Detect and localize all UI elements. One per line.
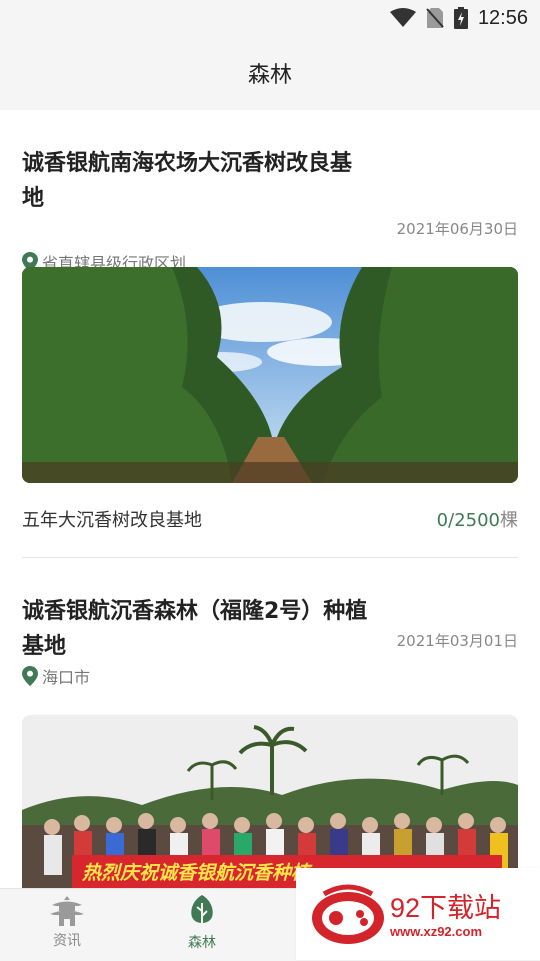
card-location: 海口市 (22, 664, 90, 688)
tab-forest[interactable]: 森林 (152, 895, 252, 955)
header: 森林 (0, 36, 540, 110)
card-date: 2021年03月01日 (396, 632, 518, 650)
card-date: 2021年06月30日 (396, 220, 518, 238)
forest-photo-image (22, 267, 518, 483)
card-count: 0/2500棵 (437, 506, 518, 532)
page-title: 森林 (247, 63, 292, 88)
no-sim-icon (426, 8, 444, 28)
wifi-icon (389, 8, 416, 27)
forest-card[interactable]: 诚香银航南海农场大沉香树改良基地 2021年06月30日 省直辖县级行政区划 五… (22, 146, 518, 558)
card-subtitle: 五年大沉香树改良基地 (22, 510, 202, 531)
group-photo[interactable]: 热烈庆祝诚香银航沉香种植 (22, 715, 518, 888)
tab-news[interactable]: 资讯 (17, 895, 117, 955)
card-title: 诚香银航沉香森林（福隆2号）种植基地 (22, 599, 368, 659)
tab-news-label: 资讯 (53, 933, 81, 949)
card-count-value: 0/2500 (436, 510, 500, 531)
card-count-unit: 棵 (500, 510, 518, 531)
watermark-url: www.xz92.com (390, 924, 482, 939)
forest-photo[interactable] (22, 267, 518, 483)
gamepad-logo-icon (312, 884, 384, 944)
status-icons: 12:56 (389, 6, 528, 30)
watermark-text: 92下载站 (390, 893, 502, 923)
pagoda-icon (50, 896, 84, 926)
status-time: 12:56 (477, 6, 528, 29)
card-divider (22, 557, 518, 558)
card-location-text: 海口市 (42, 668, 91, 687)
watermark: 92下载站 www.xz92.com (296, 868, 540, 960)
forest-list[interactable]: 诚香银航南海农场大沉香树改良基地 2021年06月30日 省直辖县级行政区划 五… (0, 110, 540, 888)
tab-forest-label: 森林 (188, 935, 216, 951)
battery-charging-icon (453, 7, 468, 29)
status-bar: 12:56 (0, 0, 540, 36)
forest-card[interactable]: 诚香银航沉香森林（福隆2号）种植基地 2021年03月01日 海口市 热烈庆祝诚… (22, 594, 518, 888)
card-title: 诚香银航南海农场大沉香树改良基地 (22, 151, 353, 211)
tree-icon (191, 895, 213, 929)
location-pin-icon (22, 666, 38, 686)
